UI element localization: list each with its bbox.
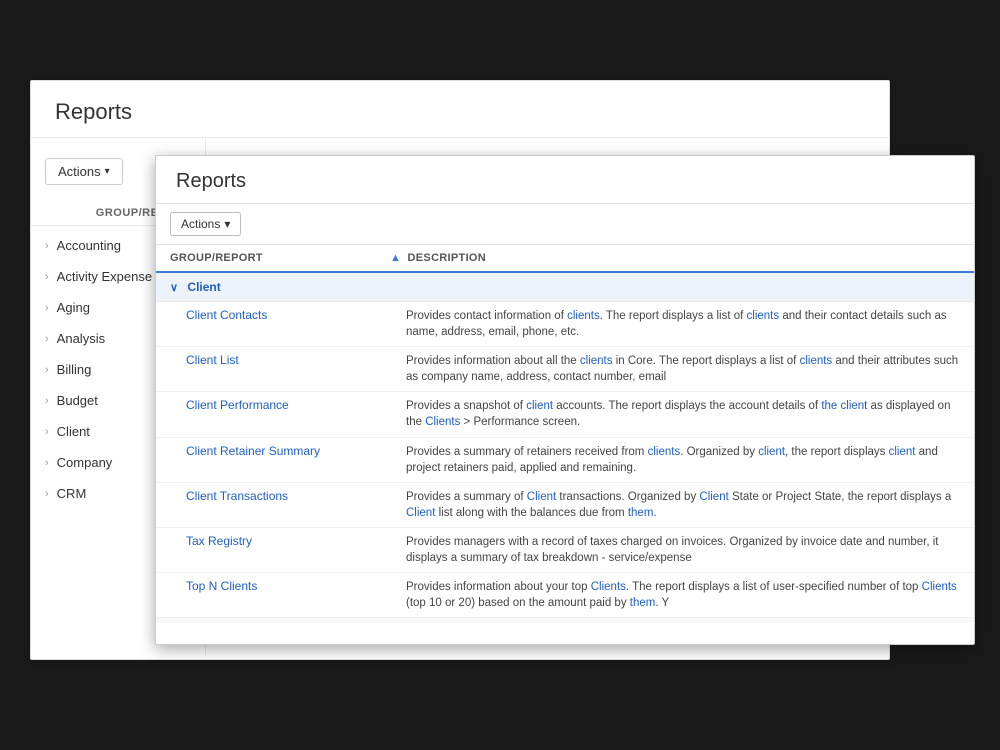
chevron-right-icon: › [45, 457, 49, 469]
table-row[interactable]: Top N Clients Provides information about… [156, 573, 974, 618]
table-row[interactable]: Tax Registry Provides managers with a re… [156, 527, 974, 572]
reports-table: GROUP/REPORT ▲ DESCRIPTION ∨ Client Clie… [156, 245, 974, 623]
front-toolbar: Actions ▾ [156, 204, 974, 245]
chevron-right-icon: › [45, 333, 49, 345]
group-row[interactable]: › Company [156, 618, 974, 623]
chevron-right-icon: › [45, 302, 49, 314]
table-row[interactable]: Client Contacts Provides contact informa… [156, 302, 974, 347]
report-name[interactable]: Client Performance [156, 392, 376, 437]
chevron-down-icon: ▾ [224, 217, 230, 231]
group-name: Client [187, 280, 220, 294]
back-actions-button[interactable]: Actions ▾ [45, 158, 123, 185]
report-name[interactable]: Top N Clients [156, 573, 376, 618]
report-description: Provides managers with a record of taxes… [376, 527, 974, 572]
table-row[interactable]: Client List Provides information about a… [156, 347, 974, 392]
table-row[interactable]: Client Performance Provides a snapshot o… [156, 392, 974, 437]
table-row[interactable]: Client Retainer Summary Provides a summa… [156, 437, 974, 482]
report-description: Provides a summary of Client transaction… [376, 482, 974, 527]
report-description: Provides a summary of retainers received… [376, 437, 974, 482]
chevron-right-icon: › [45, 364, 49, 376]
chevron-down-icon: ∨ [170, 282, 178, 294]
front-window: Reports Actions ▾ GROUP/REPORT ▲ DESCRIP… [155, 155, 975, 645]
chevron-right-icon: › [45, 426, 49, 438]
report-description: Provides information about all the clien… [376, 347, 974, 392]
report-name[interactable]: Client List [156, 347, 376, 392]
table-row[interactable]: Client Transactions Provides a summary o… [156, 482, 974, 527]
sort-icon: ▲ [390, 252, 401, 264]
chevron-right-icon: › [45, 271, 49, 283]
report-description: Provides contact information of clients.… [376, 302, 974, 347]
chevron-down-icon: ▾ [105, 166, 110, 177]
report-description: Provides a snapshot of client accounts. … [376, 392, 974, 437]
col-header-description: ▲ DESCRIPTION [376, 245, 974, 272]
chevron-right-icon: › [45, 395, 49, 407]
group-row[interactable]: ∨ Client [156, 272, 974, 302]
front-window-title: Reports [176, 170, 246, 192]
front-actions-button[interactable]: Actions ▾ [170, 212, 241, 236]
chevron-right-icon: › [45, 240, 49, 252]
col-header-group-report: GROUP/REPORT [156, 245, 376, 272]
report-name[interactable]: Client Contacts [156, 302, 376, 347]
chevron-right-icon: › [45, 488, 49, 500]
report-name[interactable]: Client Transactions [156, 482, 376, 527]
back-window-header: Reports [31, 81, 889, 138]
report-name[interactable]: Tax Registry [156, 527, 376, 572]
report-description: Provides information about your top Clie… [376, 573, 974, 618]
report-name[interactable]: Client Retainer Summary [156, 437, 376, 482]
reports-table-container[interactable]: GROUP/REPORT ▲ DESCRIPTION ∨ Client Clie… [156, 245, 974, 623]
back-window-title: Reports [55, 99, 132, 124]
front-window-header: Reports [156, 156, 974, 204]
